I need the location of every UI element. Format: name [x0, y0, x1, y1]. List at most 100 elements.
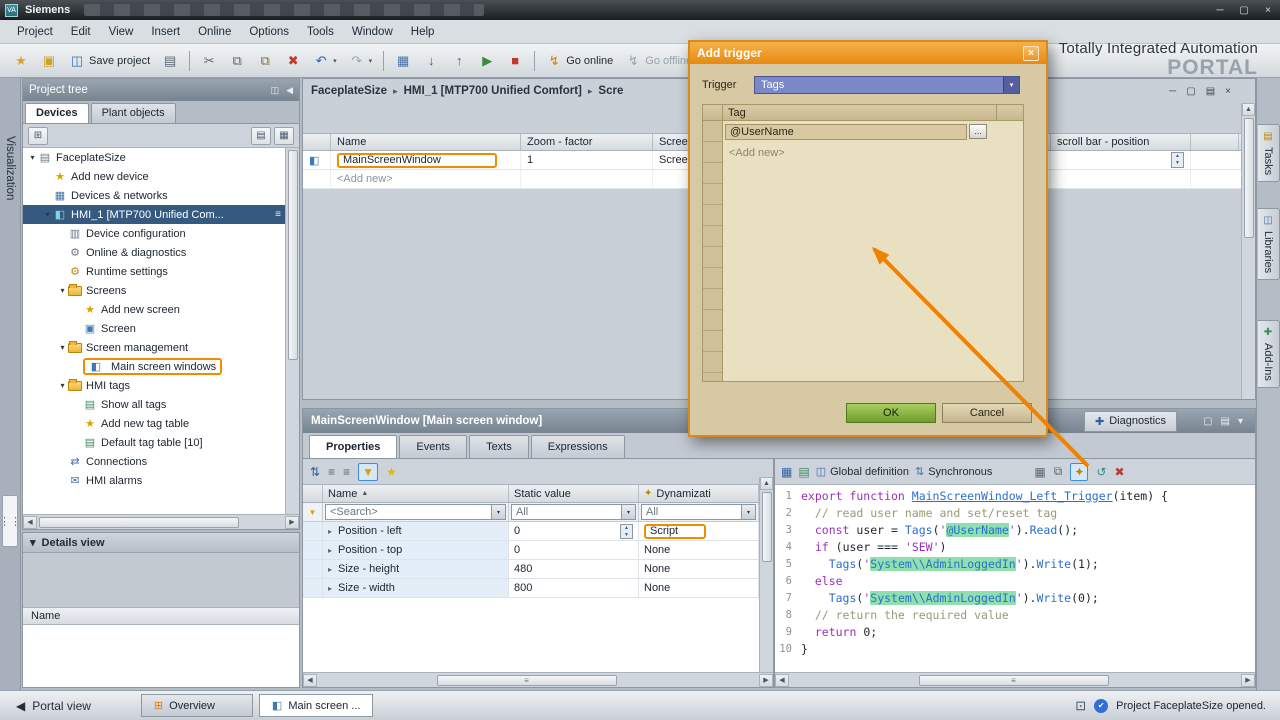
- expander-icon[interactable]: ▸: [328, 565, 338, 574]
- scrollbar-thumb[interactable]: [288, 150, 298, 360]
- highlighted-name[interactable]: MainScreenWindow: [337, 153, 497, 168]
- redo-button[interactable]: ↷▾: [344, 49, 378, 73]
- dialog-add-new-row[interactable]: <Add new>: [723, 142, 1023, 163]
- insert-table-icon[interactable]: ▦: [1034, 465, 1045, 479]
- float-editor-icon[interactable]: ▢: [1186, 86, 1195, 97]
- pin-panel-icon[interactable]: ◫: [271, 85, 280, 96]
- property-row-size-height[interactable]: ▸Size - height480None: [303, 560, 773, 579]
- scroll-right-icon[interactable]: ▶: [759, 674, 773, 687]
- upload-from-device-button[interactable]: ↑: [446, 49, 472, 73]
- undo-button[interactable]: ↶▾: [308, 49, 342, 73]
- tree-item-runtime-settings[interactable]: ⚙Runtime settings: [23, 262, 285, 281]
- property-value[interactable]: 800: [509, 579, 639, 597]
- details-expander-icon[interactable]: ▾: [30, 536, 36, 549]
- column-settings-icon[interactable]: ⊞: [28, 127, 48, 145]
- minimize-editor-icon[interactable]: ─: [1169, 86, 1176, 97]
- grid-column-dynamizati[interactable]: ✦Dynamizati: [639, 485, 759, 502]
- workarea-vertical-scrollbar[interactable]: ▲: [1241, 103, 1255, 399]
- tab-texts[interactable]: Texts: [469, 435, 529, 458]
- cell-scrollbar-position[interactable]: ▲▼: [1051, 151, 1191, 169]
- dropdown-arrow-icon[interactable]: ▾: [369, 57, 373, 65]
- embed-inspector-icon[interactable]: ▤: [1221, 416, 1230, 427]
- list-view-icon[interactable]: ▤: [251, 127, 271, 145]
- tree-item-devices-networks[interactable]: ▦Devices & networks: [23, 186, 285, 205]
- property-value[interactable]: 0: [509, 541, 639, 559]
- tree-item-default-tag-table-10[interactable]: ▤Default tag table [10]: [23, 433, 285, 452]
- menu-insert[interactable]: Insert: [142, 22, 189, 42]
- favorites-star-icon[interactable]: ★: [386, 465, 397, 479]
- side-tab-add-ins[interactable]: ✚Add-Ins: [1258, 320, 1280, 388]
- tree-item-screen-management[interactable]: ▾Screen management: [23, 338, 285, 357]
- window-minimize-icon[interactable]: ─: [1208, 5, 1232, 16]
- property-row-position-left[interactable]: ▸Position - left0▲▼Script: [303, 522, 773, 541]
- tree-item-connections[interactable]: ⇄Connections: [23, 452, 285, 471]
- cell-name[interactable]: MainScreenWindow: [331, 151, 521, 169]
- dropdown-arrow-icon[interactable]: ▾: [333, 57, 337, 65]
- cell-scrollbar-position[interactable]: [1051, 170, 1191, 188]
- grid-column-static-value[interactable]: Static value: [509, 485, 639, 502]
- synchronous-label[interactable]: Synchronous: [928, 466, 992, 478]
- scroll-right-icon[interactable]: ▶: [285, 516, 299, 529]
- compile-button[interactable]: ▦: [390, 49, 416, 73]
- expander-icon[interactable]: ▾: [57, 286, 68, 295]
- collapse-panel-icon[interactable]: ◀: [286, 85, 293, 96]
- dropdown-arrow-icon[interactable]: ▾: [621, 505, 635, 519]
- tree-vertical-scrollbar[interactable]: [285, 148, 299, 514]
- download-to-device-button[interactable]: ↓: [418, 49, 444, 73]
- open-project-button[interactable]: ▣: [36, 49, 62, 73]
- column-header-name[interactable]: Name: [331, 134, 521, 150]
- tree-item-add-new-device[interactable]: ★Add new device: [23, 167, 285, 186]
- ok-button[interactable]: OK: [846, 403, 936, 423]
- cell-name[interactable]: <Add new>: [331, 170, 521, 188]
- global-definition-label[interactable]: Global definition: [830, 466, 909, 478]
- cell-zoom-factor[interactable]: 1: [521, 151, 653, 169]
- add-new-row[interactable]: <Add new>: [337, 173, 393, 185]
- side-tab-tasks[interactable]: ▤Tasks: [1258, 124, 1280, 182]
- scroll-up-icon[interactable]: ▲: [760, 477, 773, 490]
- dynamization-filter-dropdown[interactable]: All ▾: [641, 504, 756, 520]
- tag-column-header[interactable]: Tag: [723, 105, 997, 120]
- paste-button[interactable]: ⧉: [252, 49, 278, 73]
- menu-edit[interactable]: Edit: [62, 22, 100, 42]
- scrollbar-thumb[interactable]: [39, 517, 239, 528]
- grid-vertical-scrollbar[interactable]: ▲: [759, 477, 773, 672]
- code-area[interactable]: 1export function MainScreenWindow_Left_T…: [775, 485, 1255, 672]
- side-tab-libraries[interactable]: ◫Libraries: [1258, 208, 1280, 280]
- expander-icon[interactable]: ▸: [328, 584, 338, 593]
- menu-online[interactable]: Online: [189, 22, 240, 42]
- breadcrumb-item-scre[interactable]: Scre: [598, 85, 623, 97]
- taskbar-tab-main-screen[interactable]: ◧Main screen ...: [259, 694, 374, 717]
- property-dynamization[interactable]: None: [639, 560, 759, 578]
- dynamization-wand-icon[interactable]: ✦: [1070, 463, 1088, 481]
- tab-devices[interactable]: Devices: [25, 103, 89, 123]
- tree-item-online-diagnostics[interactable]: ⚙Online & diagnostics: [23, 243, 285, 262]
- menu-tools[interactable]: Tools: [298, 22, 343, 42]
- portal-view-button[interactable]: ◀ Portal view: [0, 699, 107, 713]
- details-name-column-header[interactable]: Name: [23, 607, 299, 625]
- tree-item-device-configuration[interactable]: ▥Device configuration: [23, 224, 285, 243]
- expander-icon[interactable]: ▸: [328, 546, 338, 555]
- tag-field[interactable]: @UserName: [725, 124, 967, 140]
- window-restore-icon[interactable]: ▢: [1232, 5, 1256, 16]
- property-value[interactable]: 0▲▼: [509, 522, 639, 540]
- grid-horizontal-scrollbar[interactable]: ◀ ≡ ▶: [303, 672, 773, 687]
- group-list-icon[interactable]: ≡: [328, 465, 335, 479]
- property-name[interactable]: ▸Size - width: [323, 579, 509, 597]
- tree-item-screen[interactable]: ▣Screen: [23, 319, 285, 338]
- property-name[interactable]: ▸Position - top: [323, 541, 509, 559]
- device-menu-icon[interactable]: ≡: [275, 209, 281, 220]
- scrollbar-thumb[interactable]: ≡: [919, 675, 1109, 686]
- expander-icon[interactable]: ▾: [27, 153, 38, 162]
- expander-icon[interactable]: ▾: [57, 343, 68, 352]
- dropdown-arrow-icon[interactable]: ▾: [491, 505, 505, 519]
- tree-item-hmi-1-mtp700-unified-com[interactable]: ▾◧HMI_1 [MTP700 Unified Com...≡: [23, 205, 285, 224]
- value-stepper[interactable]: ▲▼: [620, 524, 633, 539]
- details-view-icon[interactable]: ▦: [274, 127, 294, 145]
- embed-editor-icon[interactable]: ▤: [1206, 86, 1215, 97]
- print-button[interactable]: ▤: [157, 49, 183, 73]
- property-dynamization[interactable]: None: [639, 541, 759, 559]
- new-project-button[interactable]: ★: [8, 49, 34, 73]
- tab-plant-objects[interactable]: Plant objects: [91, 103, 176, 123]
- sort-icon[interactable]: ⇅: [310, 465, 320, 479]
- static-value-filter-dropdown[interactable]: All ▾: [511, 504, 636, 520]
